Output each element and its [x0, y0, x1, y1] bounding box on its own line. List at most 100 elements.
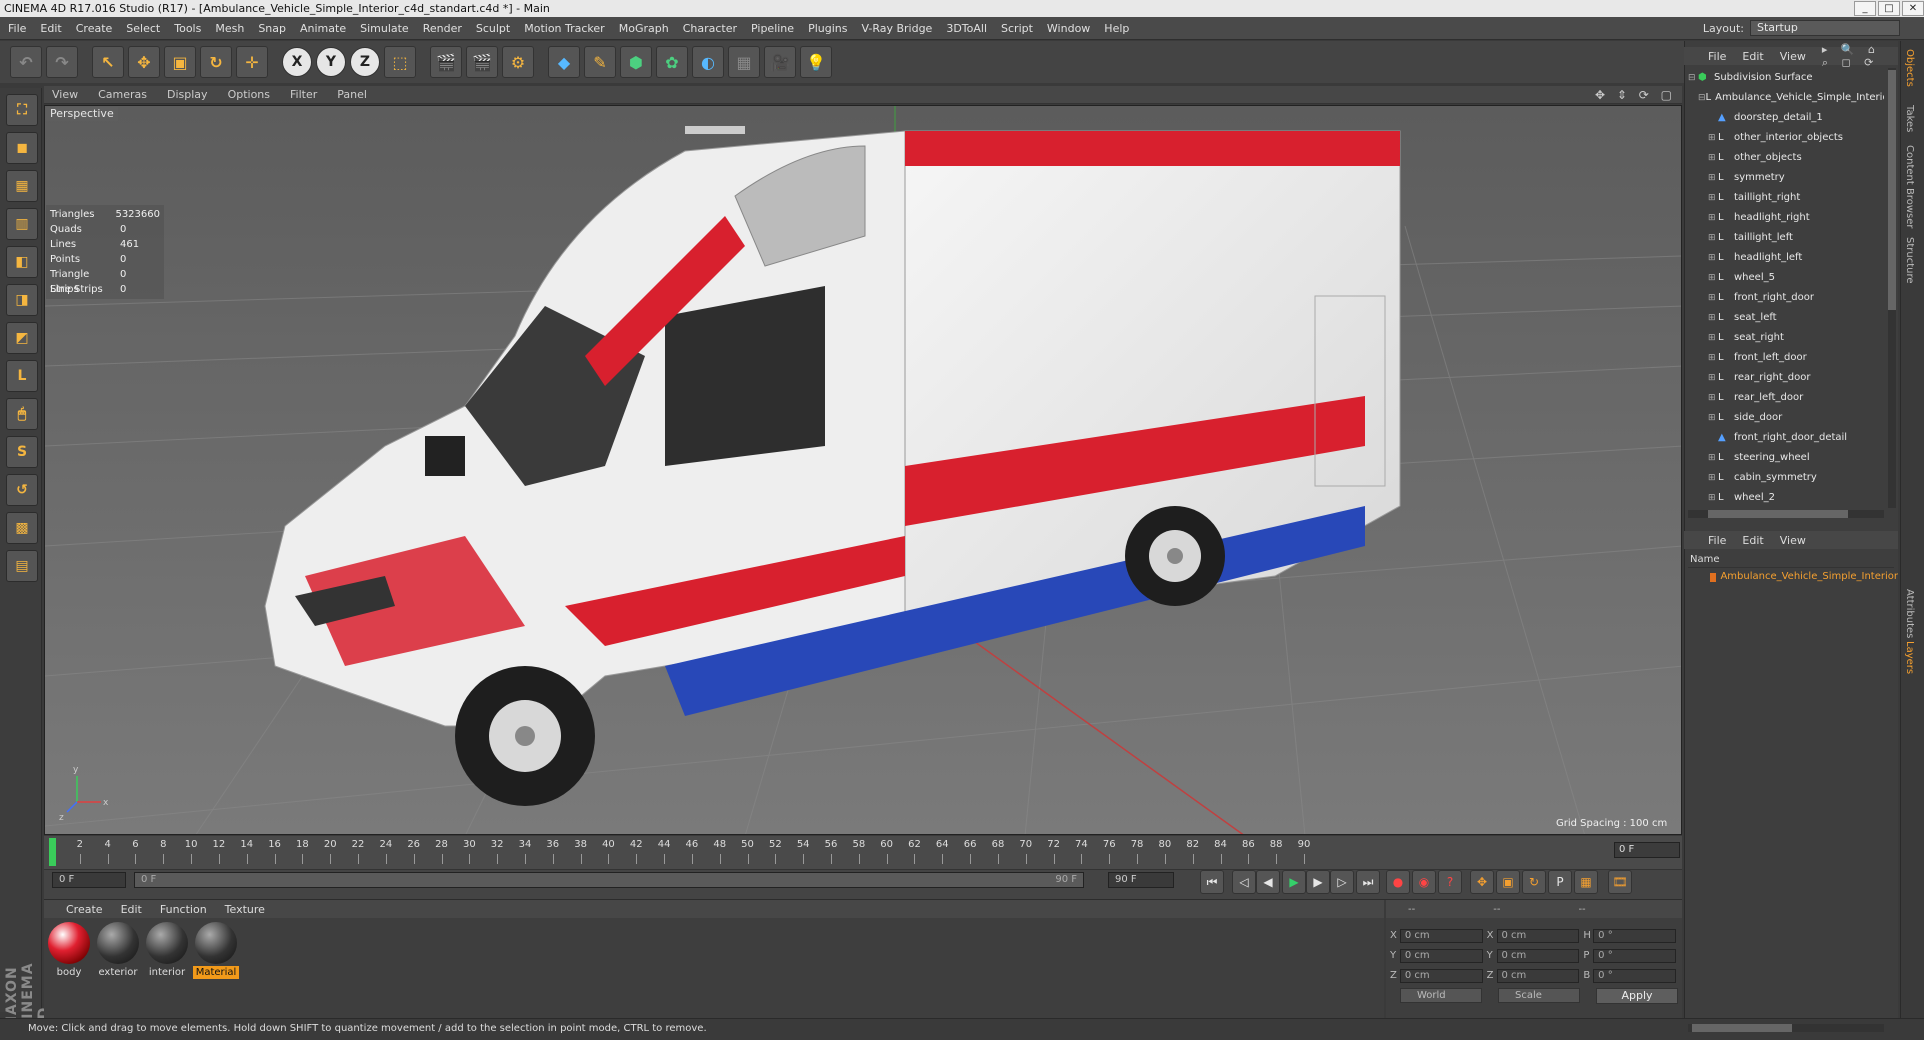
position-z-field[interactable]: 0 cm: [1399, 969, 1483, 983]
viewport-menu-panel[interactable]: Panel: [337, 88, 367, 101]
mode-tool-11-icon[interactable]: ▩: [6, 512, 38, 544]
play-button[interactable]: ▶: [1282, 870, 1306, 894]
side-tab-structure[interactable]: Structure: [1904, 237, 1915, 284]
tree-item-rear-left-door[interactable]: ⊞ Lrear_left_door: [1688, 388, 1884, 408]
previous-frame-button[interactable]: ◀: [1256, 870, 1280, 894]
object-tree-scrollbar[interactable]: [1888, 68, 1896, 508]
deformer-button[interactable]: ◐: [692, 46, 724, 78]
menu-plugins[interactable]: Plugins: [808, 22, 847, 35]
object-menu-view[interactable]: View: [1780, 50, 1806, 63]
tree-item-taillight-left[interactable]: ⊞ Ltaillight_left: [1688, 228, 1884, 248]
rotation-h-field[interactable]: 0 °: [1593, 929, 1676, 943]
expand-toggle-icon[interactable]: ⊞: [1708, 368, 1718, 388]
expand-toggle-icon[interactable]: ⊞: [1708, 228, 1718, 248]
mode-tool-1-icon[interactable]: ◼: [6, 132, 38, 164]
tree-item-headlight-left[interactable]: ⊞ Lheadlight_left: [1688, 248, 1884, 268]
previous-key-button[interactable]: ◁: [1232, 870, 1256, 894]
rotate-button[interactable]: ↻: [200, 46, 232, 78]
expand-toggle-icon[interactable]: ⊞: [1708, 188, 1718, 208]
layout-dropdown[interactable]: Startup: [1750, 20, 1900, 36]
timeline-playhead[interactable]: [49, 838, 56, 866]
menu-create[interactable]: Create: [76, 22, 113, 35]
expand-toggle-icon[interactable]: ⊞: [1708, 168, 1718, 188]
expand-toggle-icon[interactable]: ⊞: [1708, 448, 1718, 468]
menu-window[interactable]: Window: [1047, 22, 1090, 35]
cube-button[interactable]: ◆: [548, 46, 580, 78]
tree-item-headlight-right[interactable]: ⊞ Lheadlight_right: [1688, 208, 1884, 228]
expand-toggle-icon[interactable]: ⊟: [1688, 68, 1698, 88]
expand-toggle-icon[interactable]: ⊞: [1708, 128, 1718, 148]
viewport-menu-options[interactable]: Options: [228, 88, 270, 101]
camera-button[interactable]: 🎥: [764, 46, 796, 78]
move-button[interactable]: ✥: [128, 46, 160, 78]
viewport-menu-display[interactable]: Display: [167, 88, 208, 101]
key-param-button[interactable]: P: [1548, 870, 1572, 894]
tree-item-ambulance-vehicle-simple-interior[interactable]: ⊟ L Ambulance_Vehicle_Simple_Interior: [1688, 88, 1884, 108]
mode-tool-8-icon[interactable]: 🖱: [6, 398, 38, 430]
tree-item-front-right-door[interactable]: ⊞ Lfront_right_door: [1688, 288, 1884, 308]
tree-item-seat-right[interactable]: ⊞ Lseat_right: [1688, 328, 1884, 348]
side-tab-objects[interactable]: Objects: [1904, 49, 1915, 87]
material-exterior[interactable]: exterior: [95, 920, 141, 980]
size-y-field[interactable]: 0 cm: [1496, 949, 1580, 963]
close-button[interactable]: ✕: [1902, 1, 1924, 16]
key-scale-button[interactable]: ▣: [1496, 870, 1520, 894]
pen-button[interactable]: ✎: [584, 46, 616, 78]
menu-pipeline[interactable]: Pipeline: [751, 22, 794, 35]
rotation-p-field[interactable]: 0 °: [1593, 949, 1676, 963]
redo-button[interactable]: ↷: [46, 46, 78, 78]
object-menu-file[interactable]: File: [1708, 50, 1726, 63]
end-frame-field[interactable]: 90 F: [1108, 872, 1174, 888]
record-button[interactable]: ●: [1386, 870, 1410, 894]
menu-help[interactable]: Help: [1104, 22, 1129, 35]
scale-button[interactable]: ▣: [164, 46, 196, 78]
expand-toggle-icon[interactable]: ⊞: [1708, 388, 1718, 408]
go-to-end-button[interactable]: ⏭: [1356, 870, 1380, 894]
scale-mode-dropdown[interactable]: Scale: [1498, 988, 1580, 1003]
expand-toggle-icon[interactable]: ⊞: [1708, 288, 1718, 308]
layer-menu-file[interactable]: File: [1708, 534, 1726, 547]
layer-menu-edit[interactable]: Edit: [1742, 534, 1763, 547]
tree-item-other-objects[interactable]: ⊞ Lother_objects: [1688, 148, 1884, 168]
mode-tool-6-icon[interactable]: ◩: [6, 322, 38, 354]
viewport-menu-cameras[interactable]: Cameras: [98, 88, 147, 101]
tree-item-subdivision-surface[interactable]: ⊟ ⬢ Subdivision Surface: [1688, 68, 1884, 88]
expand-toggle-icon[interactable]: ⊞: [1708, 348, 1718, 368]
expand-toggle-icon[interactable]: ⊞: [1708, 488, 1718, 508]
viewport-nav-icons[interactable]: ✥ ⇕ ⟳ ▢: [1595, 88, 1676, 102]
go-to-start-button[interactable]: ⏮: [1200, 870, 1224, 894]
keyframe-selection-button[interactable]: ?: [1438, 870, 1462, 894]
perspective-viewport[interactable]: y x z: [44, 105, 1682, 835]
tree-item-front-right-door-detail[interactable]: ▲ front_right_door_detail: [1688, 428, 1884, 448]
maximize-button[interactable]: □: [1878, 1, 1900, 16]
size-x-field[interactable]: 0 cm: [1496, 929, 1580, 943]
timeline-window-button[interactable]: 🎞: [1608, 870, 1632, 894]
material-menu-edit[interactable]: Edit: [121, 903, 142, 916]
material-material[interactable]: Material: [193, 920, 239, 980]
minimize-button[interactable]: _: [1854, 1, 1876, 16]
expand-toggle-icon[interactable]: ⊞: [1708, 208, 1718, 228]
key-rotation-button[interactable]: ↻: [1522, 870, 1546, 894]
mode-tool-0-icon[interactable]: ⛶: [6, 94, 38, 126]
menu-file[interactable]: File: [8, 22, 26, 35]
subdivision-button[interactable]: ⬢: [620, 46, 652, 78]
position-x-field[interactable]: 0 cm: [1399, 929, 1483, 943]
menu-3dtoall[interactable]: 3DToAll: [946, 22, 987, 35]
viewport-menu-view[interactable]: View: [52, 88, 78, 101]
tree-item-symmetry[interactable]: ⊞ Lsymmetry: [1688, 168, 1884, 188]
menu-character[interactable]: Character: [683, 22, 737, 35]
mode-tool-7-icon[interactable]: L: [6, 360, 38, 392]
layer-hscrollbar[interactable]: [1688, 1024, 1884, 1032]
last-tool-button[interactable]: ✛: [236, 46, 268, 78]
mode-tool-3-icon[interactable]: ▥: [6, 208, 38, 240]
expand-toggle-icon[interactable]: ⊞: [1708, 328, 1718, 348]
mode-tool-2-icon[interactable]: ▦: [6, 170, 38, 202]
next-frame-button[interactable]: ▶: [1306, 870, 1330, 894]
menu-snap[interactable]: Snap: [258, 22, 286, 35]
menu-edit[interactable]: Edit: [40, 22, 61, 35]
side-tab-takes[interactable]: Takes: [1904, 105, 1915, 132]
render-view-button[interactable]: 🎬: [430, 46, 462, 78]
menu-render[interactable]: Render: [423, 22, 462, 35]
menu-animate[interactable]: Animate: [300, 22, 346, 35]
live-selection-button[interactable]: ↖: [92, 46, 124, 78]
